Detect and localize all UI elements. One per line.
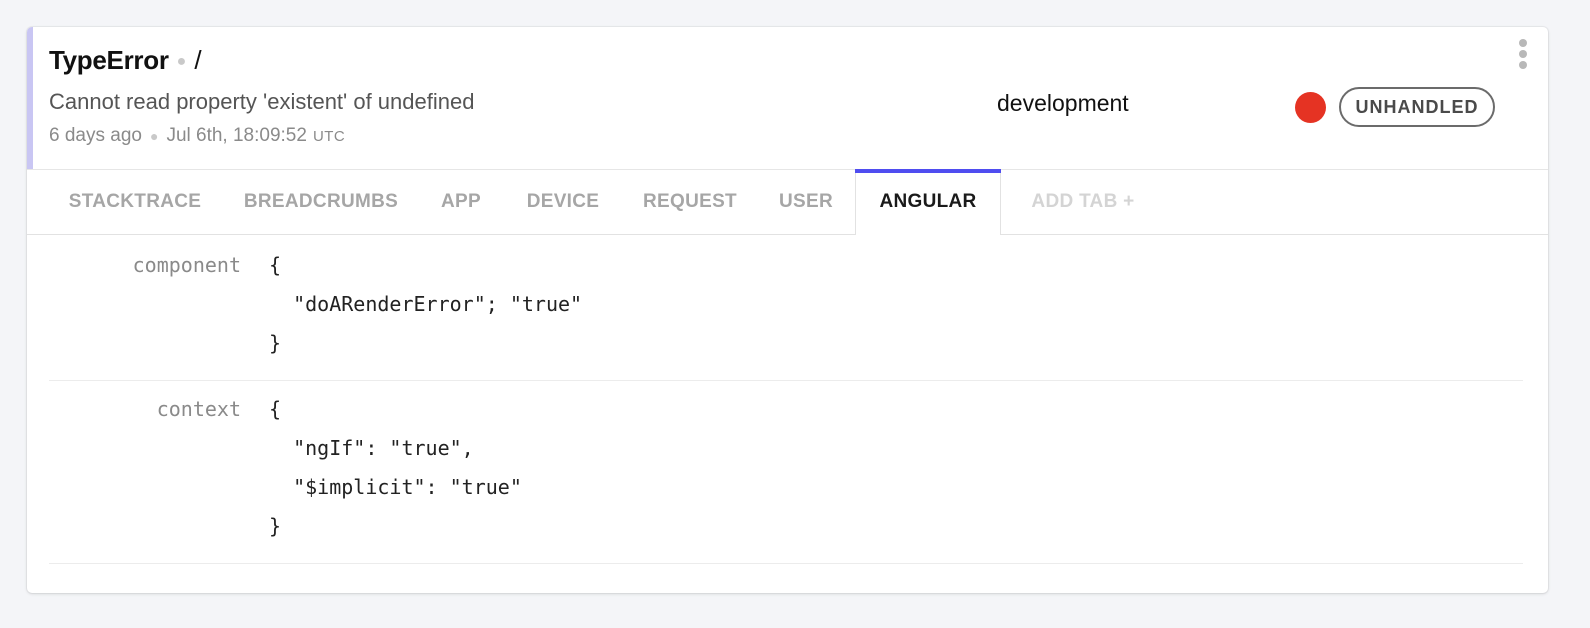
release-stage: development [997,90,1129,116]
code-line: { [269,397,282,421]
context-label: context [156,397,241,421]
kebab-menu-icon[interactable] [1511,37,1535,71]
relative-time: 6 days ago [49,125,142,146]
error-header: TypeError ● / Cannot read property 'exis… [27,27,1548,169]
tab-bar: STACKTRACE BREADCRUMBS APP DEVICE REQUES… [27,169,1548,235]
code-line: "$implicit": "true" [269,475,522,499]
separator-dot: ● [176,53,187,70]
code-line: } [269,331,282,355]
code-line: { [269,253,282,277]
tab-user[interactable]: USER [773,170,839,234]
menu-dot [1519,61,1527,69]
error-class: TypeError [49,45,169,75]
menu-dot [1519,39,1527,47]
tab-request[interactable]: REQUEST [635,170,745,234]
separator-dot: ● [149,128,159,144]
error-title: TypeError ● / [49,45,202,76]
code-line: "doARenderError"; "true" [269,292,583,316]
tab-breadcrumbs[interactable]: BREADCRUMBS [239,170,403,234]
tab-stacktrace[interactable]: STACKTRACE [49,170,221,234]
menu-dot [1519,50,1527,58]
component-label: component [132,253,241,277]
timestamp-row: 6 days ago ● Jul 6th, 18:09:52 UTC [49,125,345,147]
absolute-time: Jul 6th, 18:09:52 [166,125,307,146]
error-card: TypeError ● / Cannot read property 'exis… [27,27,1548,593]
timezone: UTC [312,128,346,145]
code-line: "ngIf": "true", [269,436,474,460]
code-line: } [269,514,282,538]
tab-angular[interactable]: ANGULAR [855,169,1001,235]
handled-state-badge: UNHANDLED [1339,87,1495,127]
component-section: component { "doARenderError"; "true" } [49,235,1523,381]
tab-device[interactable]: DEVICE [518,170,608,234]
error-message: Cannot read property 'existent' of undef… [49,89,475,114]
accent-bar [27,27,33,169]
error-context: / [194,45,202,75]
severity-error-icon [1295,92,1326,123]
context-section: context { "ngIf": "true", "$implicit": "… [49,380,1523,564]
tab-app[interactable]: APP [432,170,490,234]
add-tab-button[interactable]: ADD TAB + [1021,170,1145,234]
